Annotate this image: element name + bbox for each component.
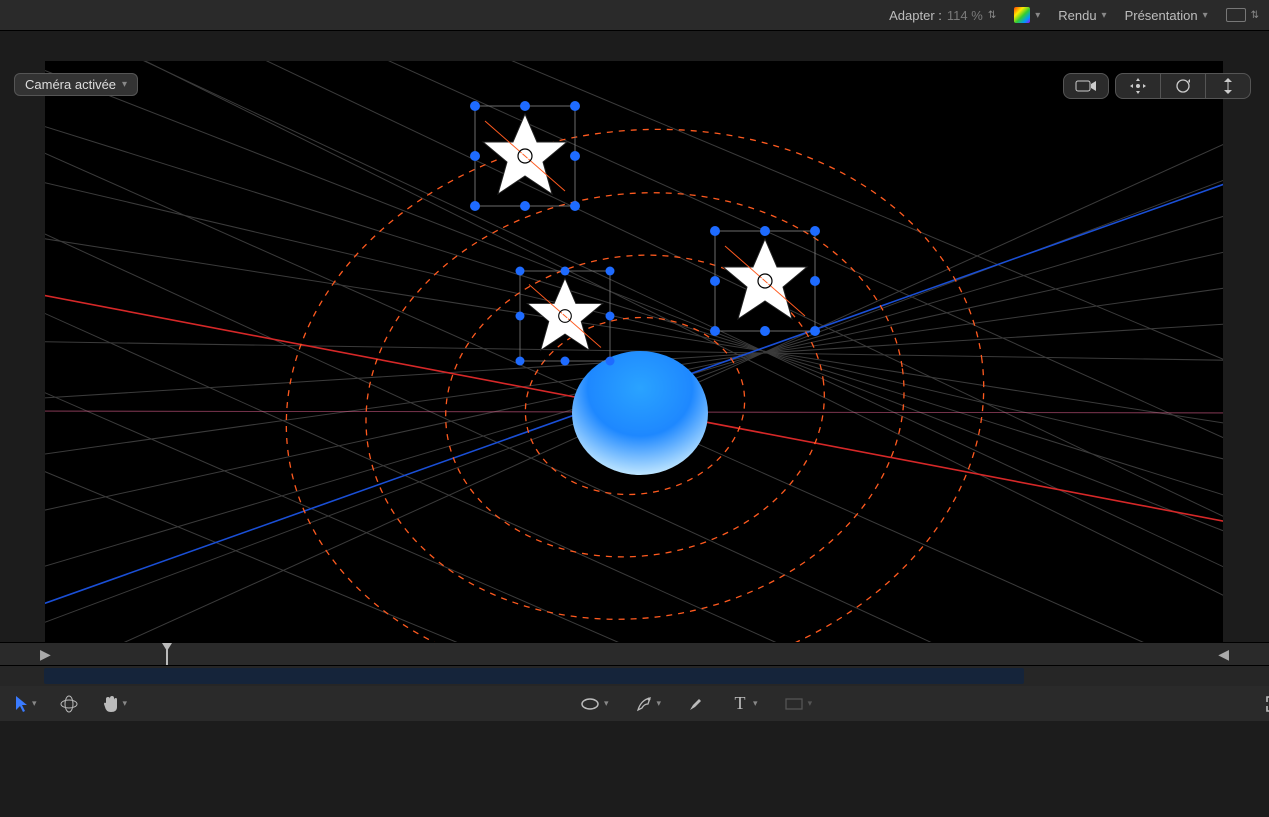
select-tool[interactable]: ▾ <box>14 695 37 713</box>
camera-icon <box>1075 79 1097 93</box>
hand-tool[interactable]: ▾ <box>101 695 128 713</box>
mini-timeline-ruler[interactable]: ▶ ◀ <box>0 642 1269 666</box>
shape-tool[interactable]: ▾ <box>580 697 609 711</box>
chevron-down-icon: ▾ <box>808 698 813 709</box>
stepper-icon: ⇅ <box>1251 10 1259 21</box>
render-label: Rendu <box>1058 8 1096 23</box>
rectangle-tool-icon <box>784 697 804 711</box>
chevron-down-icon: ▾ <box>1203 10 1208 21</box>
text-tool-icon: T <box>731 695 749 713</box>
presentation-label: Présentation <box>1125 8 1198 23</box>
stepper-icon: ⇅ <box>988 10 996 21</box>
chevron-down-icon: ▾ <box>1035 10 1040 21</box>
color-profile-menu[interactable]: ▾ <box>1014 7 1040 23</box>
star-object-3 <box>710 226 820 336</box>
brush-tool-icon <box>687 695 705 713</box>
camera-selector[interactable]: Caméra activée ▾ <box>14 73 138 96</box>
canvas-3d-viewport[interactable] <box>45 61 1223 719</box>
adapter-label: Adapter : <box>889 8 942 23</box>
fullscreen-icon <box>1265 695 1269 713</box>
ellipse-tool-icon <box>580 697 600 711</box>
chevron-down-icon: ▾ <box>32 698 37 709</box>
chevron-down-icon: ▾ <box>122 79 127 90</box>
aspect-menu[interactable]: ⇅ <box>1226 8 1259 22</box>
viewer-3d-tools <box>1063 73 1251 99</box>
text-tool[interactable]: T ▾ <box>731 695 758 713</box>
viewer-area: Caméra activée ▾ <box>0 31 1269 721</box>
render-menu[interactable]: Rendu ▾ <box>1058 8 1106 23</box>
3d-transform-icon <box>59 694 79 714</box>
chevron-down-icon: ▾ <box>123 698 128 709</box>
playhead[interactable] <box>162 643 172 665</box>
orbit-3d-button[interactable] <box>1161 74 1206 98</box>
star-object-1 <box>470 101 580 211</box>
in-point-icon[interactable]: ▶ <box>40 646 51 663</box>
scene-canvas <box>45 61 1223 719</box>
pan-3d-icon <box>1129 77 1147 95</box>
canvas-tools-toolbar: ▾ ▾ ▾ ▾ T ▾ <box>0 686 1269 721</box>
dolly-icon <box>1221 77 1235 95</box>
orbit-icon <box>1174 77 1192 95</box>
camera-frame-button[interactable] <box>1064 74 1108 98</box>
center-sphere <box>572 351 708 475</box>
chevron-down-icon: ▾ <box>1102 10 1107 21</box>
timeline-clip[interactable] <box>44 668 1024 684</box>
camera-selector-label: Caméra activée <box>25 77 116 92</box>
pen-tool[interactable]: ▾ <box>635 695 662 713</box>
mini-timeline-track[interactable] <box>0 666 1269 686</box>
adapter-value: 114 % <box>947 8 983 23</box>
out-point-icon[interactable]: ◀ <box>1218 646 1229 663</box>
arrow-tool-icon <box>14 695 28 713</box>
pen-tool-icon <box>635 695 653 713</box>
fullscreen-button[interactable] <box>1265 695 1269 713</box>
3d-transform-tool[interactable] <box>59 694 79 714</box>
presentation-menu[interactable]: Présentation ▾ <box>1125 8 1208 23</box>
paint-tool[interactable] <box>687 695 705 713</box>
top-toolbar: Adapter : 114 % ⇅ ▾ Rendu ▾ Présentation… <box>0 0 1269 31</box>
chevron-down-icon: ▾ <box>753 698 758 709</box>
adapter-zoom-control[interactable]: Adapter : 114 % ⇅ <box>889 8 996 23</box>
mask-tool[interactable]: ▾ <box>784 697 813 711</box>
color-swatch-icon <box>1014 7 1030 23</box>
aspect-icon <box>1226 8 1246 22</box>
chevron-down-icon: ▾ <box>657 698 662 709</box>
pan-3d-button[interactable] <box>1116 74 1161 98</box>
chevron-down-icon: ▾ <box>604 698 609 709</box>
hand-tool-icon <box>101 695 119 713</box>
dolly-3d-button[interactable] <box>1206 74 1250 98</box>
